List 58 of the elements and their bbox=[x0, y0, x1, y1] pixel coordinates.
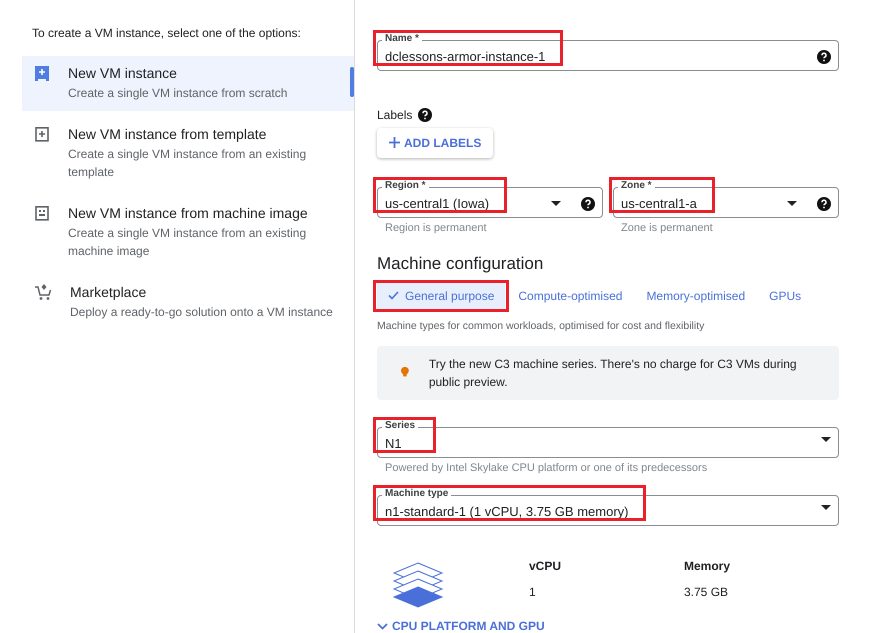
options-intro: To create a VM instance, select one of the options: bbox=[31, 26, 302, 40]
creation-option[interactable]: New VM instance from machine image Create a single VM instance from an existing machine image bbox=[22, 196, 354, 269]
creation-option[interactable]: Marketplace Deploy a ready-to-go solution onto a VM instance bbox=[22, 275, 354, 330]
add-labels-button[interactable]: ADD LABELS bbox=[377, 128, 494, 158]
spec-heading: vCPU bbox=[529, 559, 562, 574]
field-hint: Region is permanent bbox=[384, 220, 488, 234]
check-icon bbox=[388, 291, 399, 300]
dropdown-caret-icon[interactable] bbox=[821, 436, 831, 442]
field-value: us-central1 (Iowa) bbox=[385, 196, 490, 211]
option-title: New VM instance bbox=[68, 65, 178, 81]
tab-description: Machine types for common workloads, optimised for cost and flexibility bbox=[377, 320, 706, 332]
field-label: Region * bbox=[382, 180, 429, 192]
option-title: New VM instance from template bbox=[68, 126, 268, 142]
dropdown-caret-icon[interactable] bbox=[787, 201, 797, 206]
chevron-down-icon bbox=[377, 622, 388, 630]
help-icon[interactable] bbox=[581, 196, 595, 211]
region-select[interactable]: Region * us-central1 (Iowa) bbox=[377, 180, 603, 218]
spec-heading: Memory bbox=[684, 559, 732, 574]
name-field[interactable]: Name * dclessons-armor-instance-1 bbox=[377, 33, 839, 71]
help-icon[interactable] bbox=[817, 196, 831, 211]
plus-icon bbox=[389, 137, 400, 148]
field-value: dclessons-armor-instance-1 bbox=[385, 49, 546, 64]
spec-value: 3.75 GB bbox=[684, 585, 730, 600]
field-value: N1 bbox=[385, 436, 402, 451]
cart-icon bbox=[34, 284, 52, 301]
spec-value: 1 bbox=[529, 585, 537, 600]
machine-type-select[interactable]: Machine type n1-standard-1 (1 vCPU, 3.75 GB memory) bbox=[377, 488, 839, 526]
selection-indicator bbox=[350, 67, 354, 97]
option-title: Marketplace bbox=[70, 284, 148, 300]
series-select[interactable]: Series N1 bbox=[377, 420, 839, 458]
image-server-icon bbox=[34, 205, 50, 222]
zone-select[interactable]: Zone * us-central1-a bbox=[613, 180, 839, 218]
lightbulb-icon bbox=[401, 366, 409, 380]
field-hint: Zone is permanent bbox=[620, 220, 714, 234]
machine-family-tab[interactable]: Memory-optimised bbox=[635, 282, 756, 310]
machine-family-tab[interactable]: Compute-optimised bbox=[507, 282, 634, 310]
help-icon[interactable] bbox=[418, 108, 432, 122]
option-description: Create a single VM instance from scratch bbox=[68, 85, 288, 102]
option-title: New VM instance from machine image bbox=[68, 205, 309, 221]
section-heading: Machine configuration bbox=[377, 254, 544, 274]
field-value: us-central1-a bbox=[621, 196, 697, 211]
machine-family-tab[interactable]: GPUs bbox=[758, 282, 812, 310]
expand-link[interactable]: CPU PLATFORM AND GPU bbox=[377, 619, 545, 633]
field-hint: Powered by Intel Skylake CPU platform or one of its predecessors bbox=[384, 460, 708, 474]
help-icon[interactable] bbox=[817, 50, 831, 64]
option-description: Create a single VM instance from an existing machine image bbox=[68, 225, 308, 260]
option-description: Create a single VM instance from an existing template bbox=[68, 146, 308, 181]
creation-option[interactable]: New VM instance Create a single VM instance from scratch bbox=[22, 56, 354, 111]
option-description: Deploy a ready-to-go solution onto a VM instance bbox=[70, 304, 334, 321]
dropdown-caret-icon[interactable] bbox=[551, 201, 561, 206]
dropdown-caret-icon[interactable] bbox=[821, 505, 831, 510]
creation-option[interactable]: New VM instance from template Create a single VM instance from an existing template bbox=[22, 117, 354, 190]
field-label: Machine type bbox=[382, 488, 452, 500]
add-box-icon bbox=[34, 126, 50, 143]
field-value: n1-standard-1 (1 vCPU, 3.75 GB memory) bbox=[385, 504, 628, 520]
labels-title: Labels bbox=[377, 108, 412, 122]
notice-text: Try the new C3 machine series. There's no charge for C3 VMs during public preview. bbox=[428, 356, 798, 391]
add-box-icon bbox=[34, 65, 50, 82]
